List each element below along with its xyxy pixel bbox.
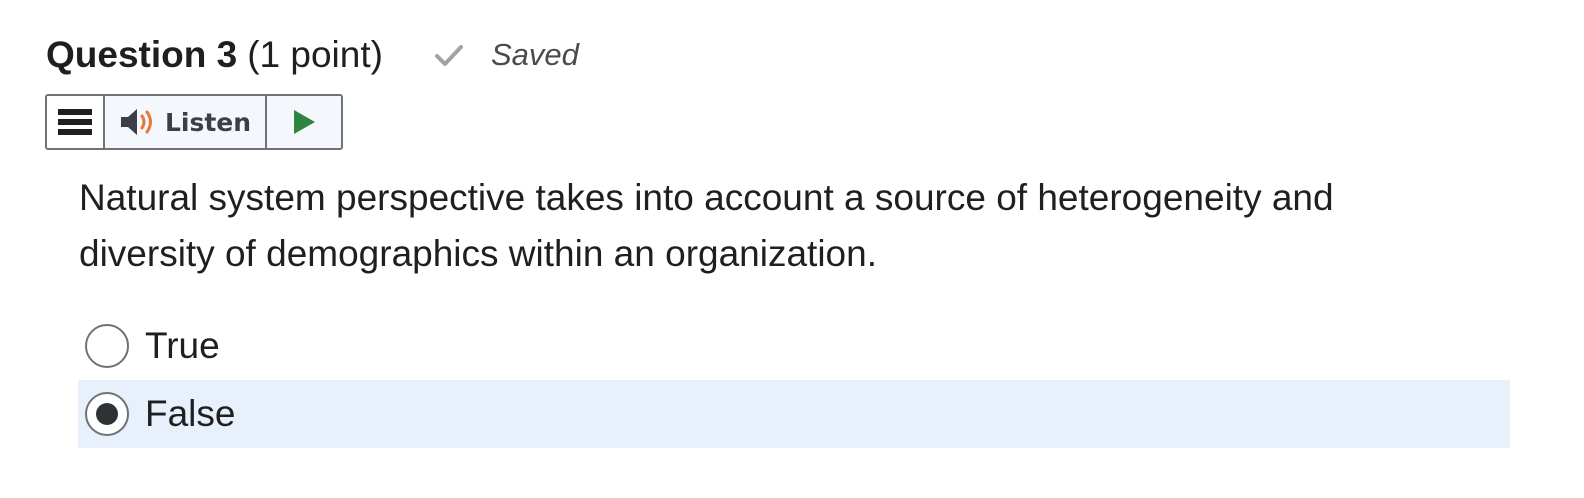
radio-false[interactable] <box>85 392 129 436</box>
choice-false[interactable]: False <box>78 380 1510 448</box>
choice-true[interactable]: True <box>78 312 1510 380</box>
play-button[interactable] <box>267 96 341 148</box>
menu-icon <box>58 109 92 135</box>
question-text: Natural system perspective takes into ac… <box>79 177 1334 274</box>
play-icon <box>294 110 315 134</box>
radio-true[interactable] <box>85 324 129 368</box>
listen-button[interactable]: Listen <box>105 96 267 148</box>
choice-label-true: True <box>145 325 220 366</box>
question-title: Question 3 <box>46 34 238 75</box>
toolbar-menu-button[interactable] <box>47 96 105 148</box>
listen-label: Listen <box>164 107 252 137</box>
saved-status-text: Saved <box>490 37 579 72</box>
check-icon <box>434 45 463 66</box>
quiz-question-page: Question 3 (1 point) Saved Listen Natura… <box>0 0 1584 498</box>
answer-choices: True False <box>78 312 1510 448</box>
speaker-icon <box>120 109 152 135</box>
readspeaker-toolbar: Listen <box>45 94 343 150</box>
question-header: Question 3 (1 point) Saved <box>46 30 579 80</box>
radio-selected-dot <box>96 403 118 425</box>
save-status: Saved <box>433 37 579 73</box>
choice-label-false: False <box>145 393 236 434</box>
question-points: (1 point) <box>247 34 383 75</box>
